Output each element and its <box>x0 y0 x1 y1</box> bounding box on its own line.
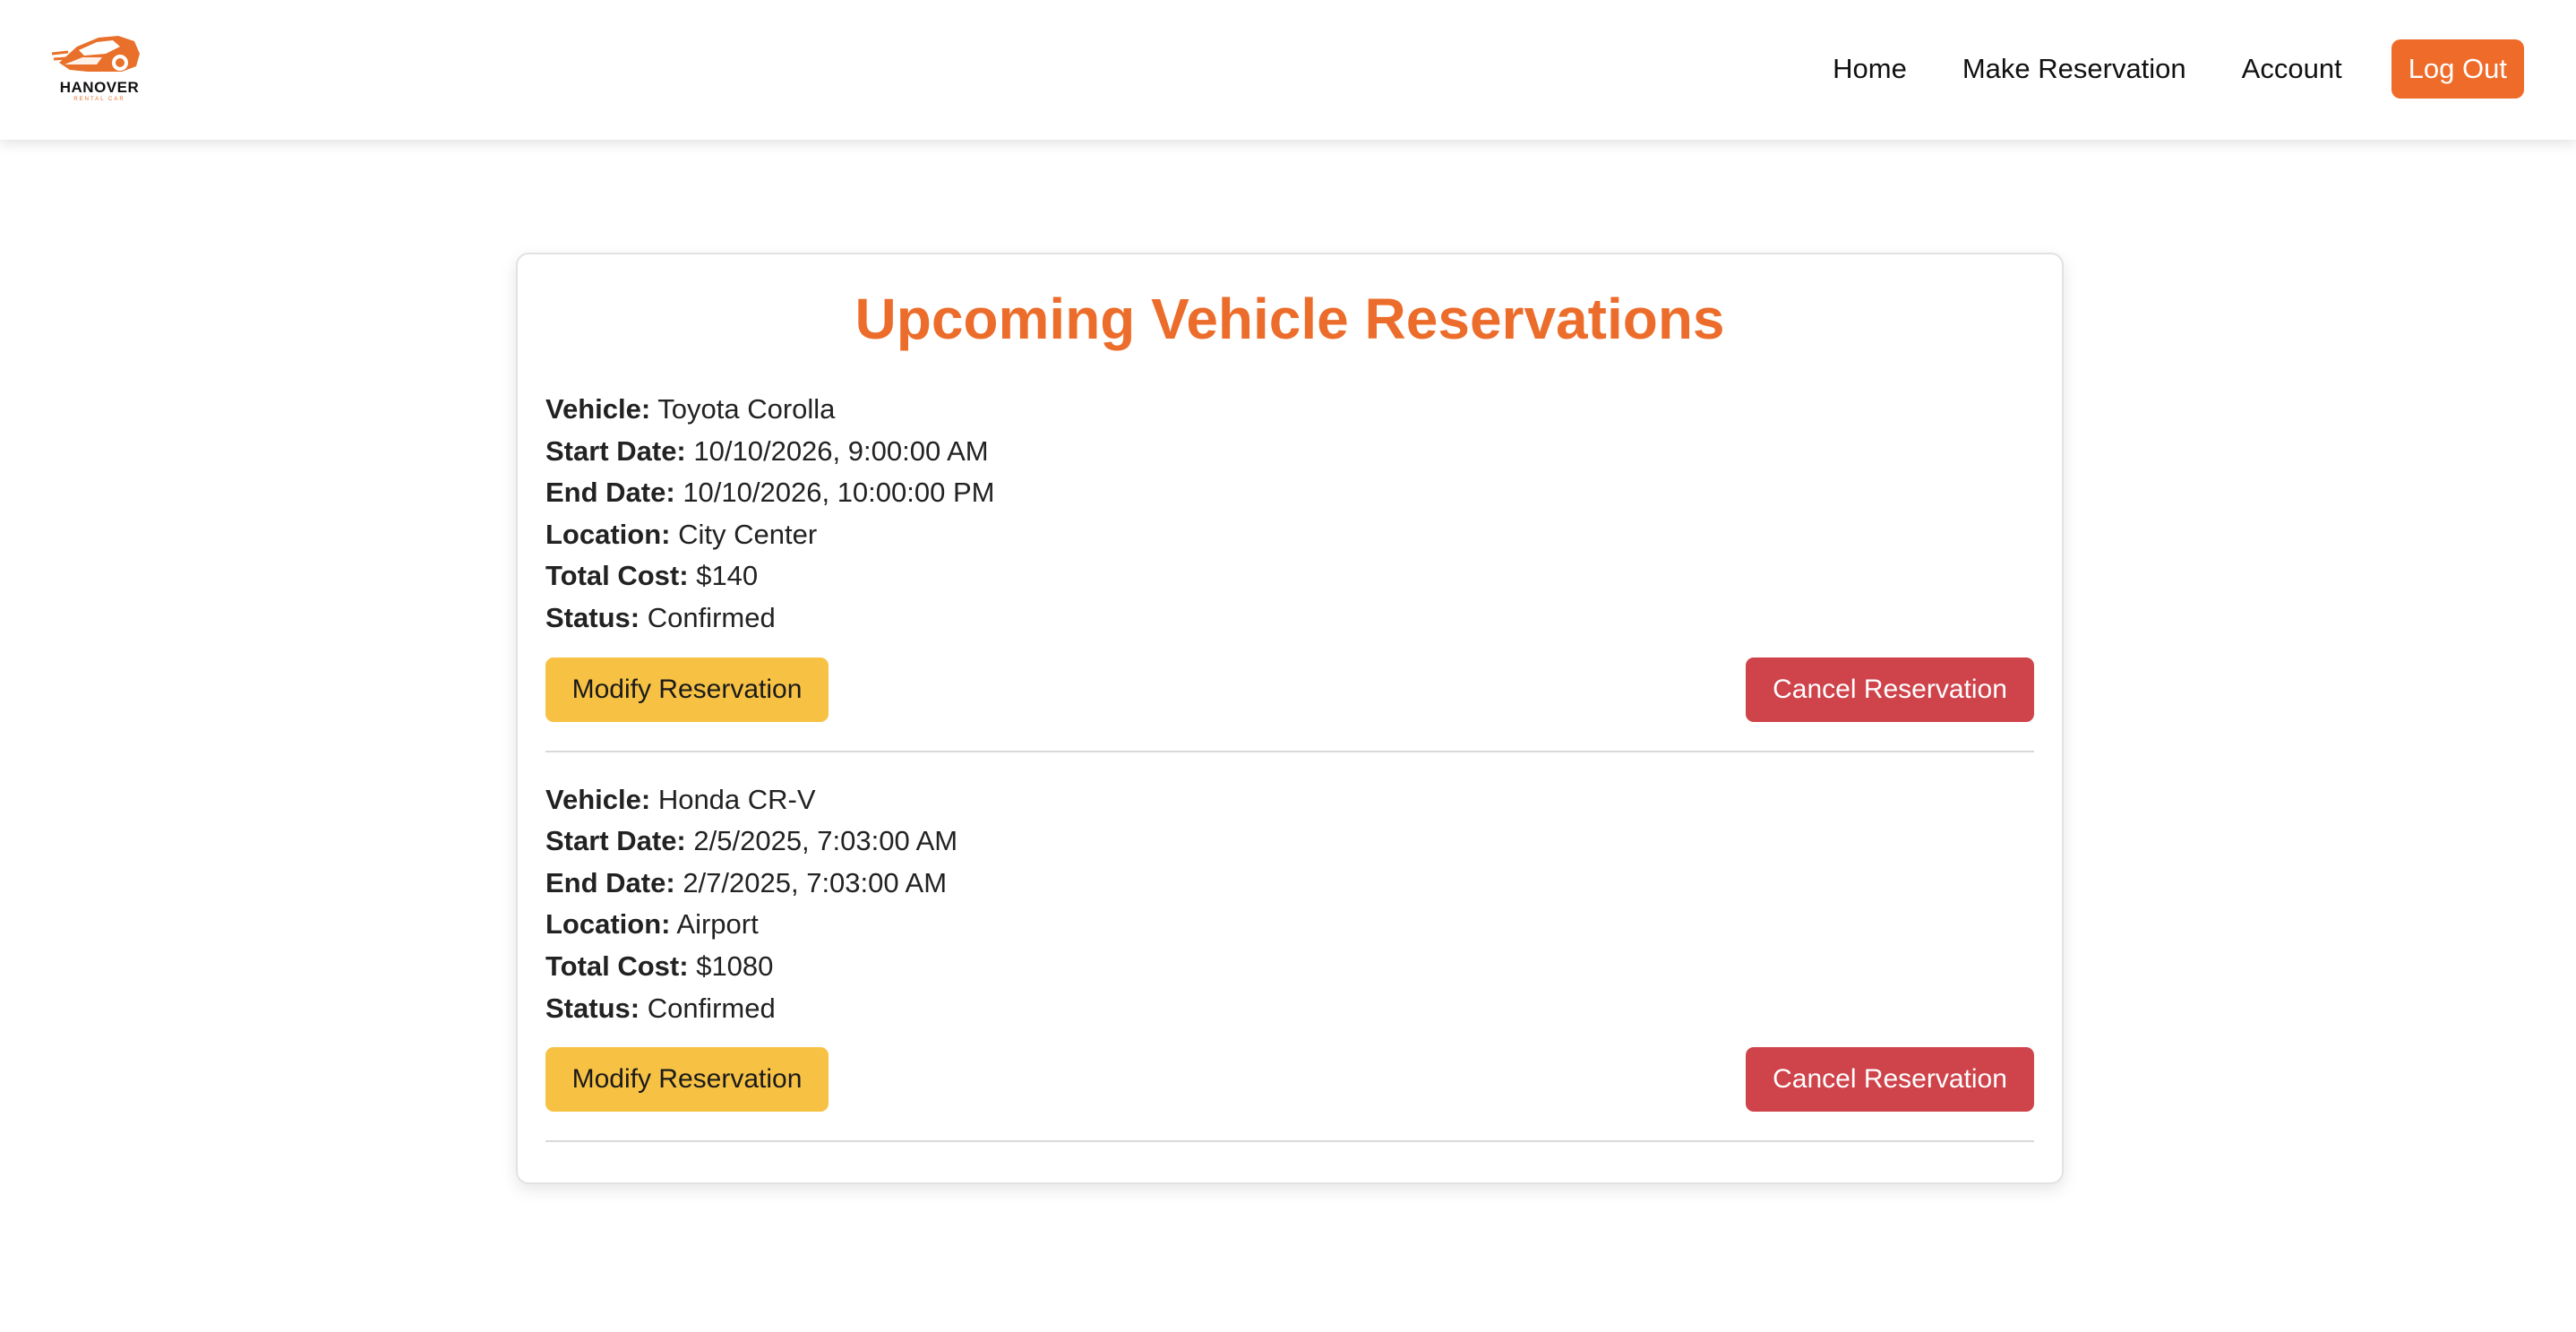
total-cost-label: Total Cost: <box>545 560 689 592</box>
logo-wordmark: HANOVER <box>59 79 140 96</box>
cancel-reservation-button[interactable]: Cancel Reservation <box>1746 657 2034 722</box>
reservation-item: Vehicle: Toyota Corolla Start Date: 10/1… <box>545 358 2034 752</box>
cancel-reservation-button[interactable]: Cancel Reservation <box>1746 1047 2034 1113</box>
total-cost-field: Total Cost: $140 <box>545 555 2034 597</box>
vehicle-value: Honda CR-V <box>657 783 816 815</box>
status-label: Status: <box>545 992 640 1024</box>
modify-reservation-button[interactable]: Modify Reservation <box>545 1047 829 1113</box>
start-date-value: 10/10/2026, 9:00:00 AM <box>693 434 989 467</box>
logout-button[interactable]: Log Out <box>2391 39 2524 99</box>
start-date-field: Start Date: 10/10/2026, 9:00:00 AM <box>545 431 2034 473</box>
vehicle-field: Vehicle: Honda CR-V <box>545 779 2034 821</box>
location-field: Location: City Center <box>545 514 2034 556</box>
reservations-card: Upcoming Vehicle Reservations Vehicle: T… <box>516 253 2064 1184</box>
top-navbar: HANOVER RENTAL CAR Home Make Reservation… <box>0 0 2576 140</box>
end-date-value: 10/10/2026, 10:00:00 PM <box>683 477 995 509</box>
logo-subtext: RENTAL CAR <box>73 97 125 102</box>
nav-links: Home Make Reservation Account Log Out <box>1777 39 2524 99</box>
total-cost-value: $1080 <box>696 950 774 982</box>
page-title: Upcoming Vehicle Reservations <box>854 287 1725 351</box>
start-date-label: Start Date: <box>545 434 686 467</box>
vehicle-value: Toyota Corolla <box>657 393 836 425</box>
start-date-value: 2/5/2025, 7:03:00 AM <box>693 825 958 857</box>
end-date-field: End Date: 2/7/2025, 7:03:00 AM <box>545 863 2034 905</box>
end-date-label: End Date: <box>545 866 675 898</box>
modify-reservation-button[interactable]: Modify Reservation <box>545 657 829 722</box>
status-label: Status: <box>545 601 640 633</box>
vehicle-label: Vehicle: <box>545 393 651 425</box>
start-date-field: Start Date: 2/5/2025, 7:03:00 AM <box>545 821 2034 863</box>
status-value: Confirmed <box>647 601 776 633</box>
reservation-actions: Modify Reservation Cancel Reservation <box>545 1047 2034 1113</box>
end-date-value: 2/7/2025, 7:03:00 AM <box>683 866 948 898</box>
divider <box>545 1140 2034 1143</box>
location-value: City Center <box>678 518 818 550</box>
vehicle-label: Vehicle: <box>545 783 651 815</box>
total-cost-label: Total Cost: <box>545 950 689 982</box>
status-field: Status: Confirmed <box>545 988 2034 1030</box>
total-cost-value: $140 <box>696 560 759 592</box>
status-field: Status: Confirmed <box>545 597 2034 640</box>
start-date-label: Start Date: <box>545 825 686 857</box>
status-value: Confirmed <box>647 992 776 1024</box>
vehicle-field: Vehicle: Toyota Corolla <box>545 389 2034 431</box>
nav-account[interactable]: Account <box>2242 53 2342 85</box>
nav-make-reservation[interactable]: Make Reservation <box>1962 53 2186 85</box>
location-label: Location: <box>545 908 671 941</box>
car-logo-icon <box>52 36 140 72</box>
reservation-item: Vehicle: Honda CR-V Start Date: 2/5/2025… <box>545 752 2034 1143</box>
brand-logo[interactable]: HANOVER RENTAL CAR <box>52 27 147 104</box>
location-value: Airport <box>676 908 759 941</box>
reservation-actions: Modify Reservation Cancel Reservation <box>545 657 2034 722</box>
location-field: Location: Airport <box>545 904 2034 946</box>
end-date-label: End Date: <box>545 477 675 509</box>
nav-home[interactable]: Home <box>1833 53 1907 85</box>
total-cost-field: Total Cost: $1080 <box>545 946 2034 988</box>
location-label: Location: <box>545 518 671 550</box>
end-date-field: End Date: 10/10/2026, 10:00:00 PM <box>545 472 2034 514</box>
